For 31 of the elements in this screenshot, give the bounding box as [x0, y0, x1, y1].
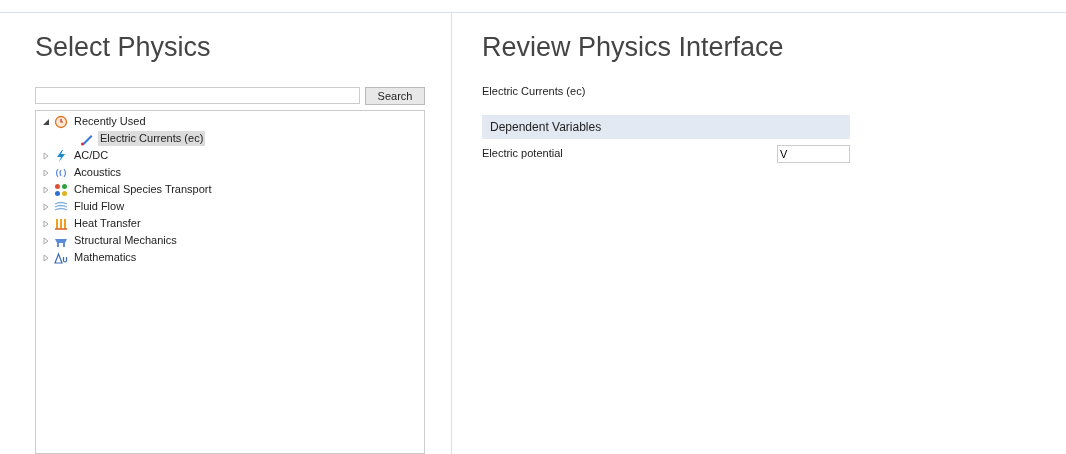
- lightning-icon: [54, 148, 68, 163]
- search-button[interactable]: Search: [365, 87, 425, 105]
- section-header: Dependent Variables: [482, 114, 850, 139]
- tree-item[interactable]: Mathematics: [72, 250, 139, 265]
- clock-icon: [54, 114, 68, 129]
- expand-arrow-icon[interactable]: [42, 151, 50, 160]
- expand-arrow-icon[interactable]: [42, 236, 50, 245]
- field-label: Electric potential: [482, 146, 564, 162]
- tree-item[interactable]: Heat Transfer: [72, 216, 143, 231]
- expand-arrow-icon[interactable]: [42, 219, 50, 228]
- tree-item[interactable]: Fluid Flow: [72, 199, 127, 214]
- tree-item[interactable]: Recently Used: [72, 114, 148, 129]
- expand-arrow-icon[interactable]: [42, 185, 50, 194]
- heat-icon: [54, 216, 68, 231]
- search-field[interactable]: [35, 87, 360, 104]
- expand-arrow-icon[interactable]: [42, 168, 50, 177]
- panel-title: Review Physics Interface: [482, 31, 785, 64]
- interface-name: Electric Currents (ec): [482, 84, 587, 99]
- tree-item[interactable]: Electric Currents (ec): [98, 131, 206, 146]
- tree-item[interactable]: Acoustics: [72, 165, 124, 180]
- panel-title: Select Physics: [35, 31, 212, 64]
- variable-field[interactable]: V: [777, 144, 850, 163]
- expand-arrow-icon[interactable]: [42, 202, 50, 211]
- flow-lines-icon: [54, 199, 68, 214]
- collapse-arrow-icon[interactable]: [42, 117, 50, 126]
- tree-item[interactable]: AC/DC: [72, 148, 111, 163]
- tree-item[interactable]: Structural Mechanics: [72, 233, 179, 248]
- delta-u-icon: [54, 250, 68, 265]
- expand-arrow-icon[interactable]: [42, 253, 50, 262]
- molecules-icon: [54, 182, 68, 197]
- tree-item[interactable]: Chemical Species Transport: [72, 182, 214, 197]
